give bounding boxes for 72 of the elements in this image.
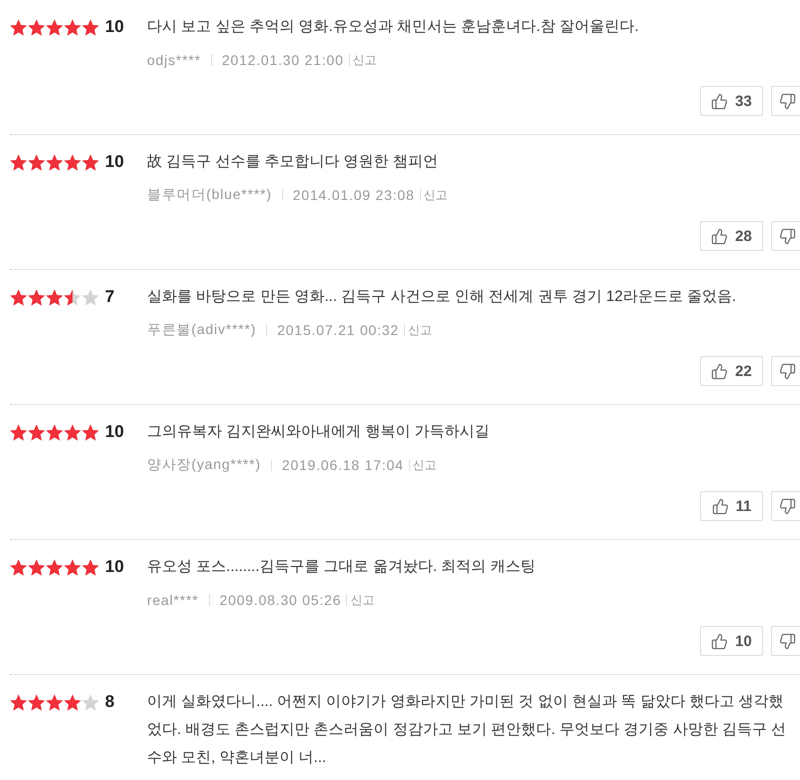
dislike-button[interactable] (771, 356, 800, 386)
review-text: 실화를 바탕으로 만든 영화... 김득구 사건으로 인해 전세계 권투 경기 12라운드로 줄었음. (147, 287, 738, 307)
dislike-button[interactable] (771, 86, 800, 116)
star-icon (10, 694, 27, 710)
dislike-button[interactable] (771, 491, 800, 521)
star-icon (28, 558, 45, 576)
rating-score: 8 (105, 692, 114, 712)
review-date: 2019.06.18 17:04 (282, 457, 404, 473)
review-date: 2012.01.30 21:00 (222, 52, 344, 68)
review-text: 이게 실화였다니.... 어쩐지 이야기가 영화라지만 가미된 것 없이 현실과 똑 닮았다 했다고 생각했었다. 배경도 촌스럽지만 촌스러움이 정감가고 보기 편안했다. 무엇보다 경기중 사망한 김득구 선수와 모친, 약혼녀분이 너... (147, 692, 788, 768)
star-icon (10, 154, 27, 170)
username: real**** (147, 592, 199, 608)
star-icon (82, 18, 99, 36)
thumbs-up-icon (711, 632, 728, 650)
star-icon (28, 424, 45, 440)
review-date: 2015.07.21 00:32 (277, 322, 399, 338)
star-icon (28, 694, 45, 710)
thumbs-up-icon (711, 228, 728, 244)
star-icon (82, 154, 99, 170)
star-icon (46, 694, 63, 710)
thumbs-down-icon (779, 498, 796, 514)
thumbs-up-icon (711, 362, 728, 380)
rating-score: 7 (105, 287, 114, 307)
thumbs-down-icon (779, 362, 796, 380)
star-icon (82, 424, 99, 440)
dislike-button[interactable] (771, 626, 800, 656)
like-button[interactable]: 10 (700, 626, 763, 656)
thumbs-up-icon (711, 92, 728, 110)
star-icon (82, 558, 99, 576)
star-icon (46, 154, 63, 170)
review-date: 2014.01.09 23:08 (292, 187, 415, 203)
star-icon (46, 288, 63, 306)
star-icon (64, 288, 81, 306)
dislike-button[interactable] (771, 221, 800, 251)
rating-score: 10 (105, 152, 124, 172)
username: odjs**** (147, 52, 201, 68)
rating-score: 10 (105, 17, 124, 37)
rating-score: 10 (105, 557, 124, 577)
review-date: 2009.08.30 05:26 (220, 592, 342, 608)
review-text: 故 김득구 선수를 추모합니다 영원한 챔피언 (147, 152, 439, 172)
like-button[interactable]: 11 (700, 491, 763, 521)
star-icon (46, 558, 63, 576)
thumbs-down-icon (779, 228, 796, 244)
star-icon (10, 558, 27, 576)
thumbs-down-icon (779, 632, 796, 650)
username: 양사장(yang****) (147, 456, 261, 474)
username: 푸른불(adiv****) (147, 321, 256, 339)
star-icon (82, 694, 99, 710)
review-text: 유오성 포스........김득구를 그대로 옮겨놨다. 최적의 캐스팅 (147, 557, 536, 577)
username: 블루머더(blue****) (147, 186, 272, 204)
thumbs-up-icon (712, 498, 729, 514)
star-icon (64, 154, 81, 170)
review-text: 그의유복자 김지완씨와아내에게 행복이 가득하시길 (147, 422, 491, 442)
rating-score: 10 (105, 422, 124, 442)
star-icon (64, 424, 81, 440)
like-button[interactable]: 28 (700, 221, 763, 251)
like-button[interactable]: 22 (700, 356, 763, 386)
star-icon (64, 18, 81, 36)
star-icon (46, 18, 63, 36)
review-text: 다시 보고 싶은 추억의 영화.유오성과 채민서는 훈남훈녀다.참 잘어울린다. (147, 17, 640, 37)
star-icon (10, 424, 27, 440)
star-icon (64, 558, 81, 576)
star-icon (28, 288, 45, 306)
star-icon (10, 18, 27, 36)
star-icon (82, 288, 99, 306)
thumbs-down-icon (779, 92, 796, 110)
star-icon (46, 424, 63, 440)
like-button[interactable]: 33 (700, 86, 763, 116)
star-icon (28, 18, 45, 36)
star-icon (28, 154, 45, 170)
star-icon (10, 288, 27, 306)
star-icon (64, 694, 81, 710)
